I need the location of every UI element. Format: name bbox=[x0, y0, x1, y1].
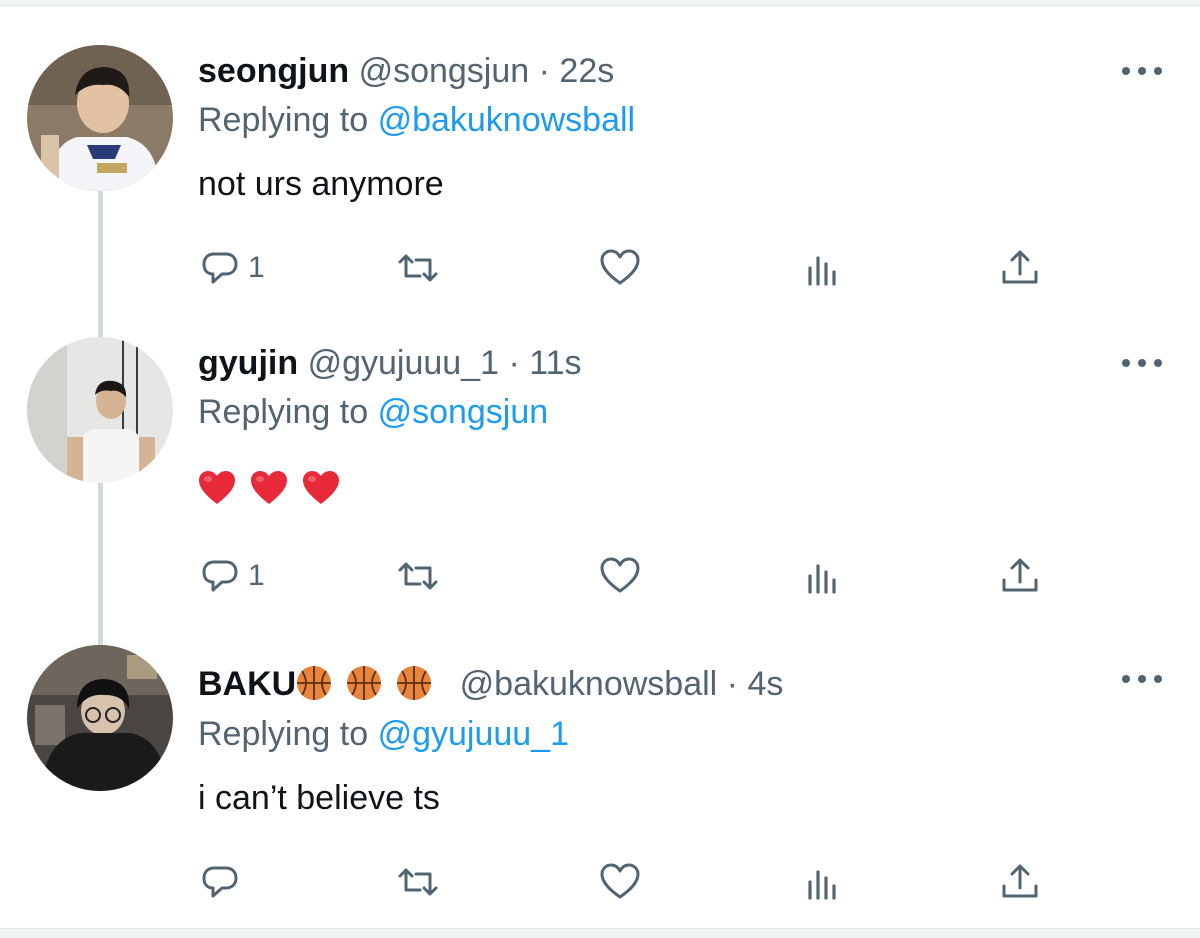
reply-button[interactable] bbox=[198, 858, 242, 906]
more-options-icon[interactable] bbox=[1122, 355, 1162, 371]
name-emoji bbox=[296, 665, 432, 703]
share-button[interactable] bbox=[998, 552, 1042, 600]
display-name[interactable]: seongjun bbox=[198, 52, 349, 90]
red-heart-icon bbox=[303, 471, 339, 504]
tweet-header: seongjun @songsjun · 22s bbox=[198, 49, 614, 93]
analytics-icon bbox=[808, 256, 836, 286]
tweet-header: BAKU @bakuknowsball · 4s bbox=[198, 662, 783, 706]
tweet-actions: 1 bbox=[198, 552, 1058, 600]
basketball-icon bbox=[347, 666, 382, 700]
mention-link[interactable]: @bakuknowsball bbox=[378, 101, 636, 139]
retweet-icon bbox=[398, 868, 438, 896]
retweet-button[interactable] bbox=[396, 858, 440, 906]
like-icon bbox=[600, 557, 640, 593]
mention-link[interactable]: @gyujuuu_1 bbox=[378, 715, 569, 753]
reply-icon bbox=[202, 252, 238, 284]
reply-count: 1 bbox=[248, 559, 265, 592]
tweet-actions bbox=[198, 858, 1058, 906]
replying-prefix: Replying to bbox=[198, 101, 369, 139]
basketball-icon bbox=[397, 666, 432, 700]
analytics-icon bbox=[808, 870, 836, 900]
analytics-icon bbox=[808, 564, 836, 594]
replying-prefix: Replying to bbox=[198, 393, 369, 431]
separator: · bbox=[726, 665, 738, 703]
like-button[interactable] bbox=[598, 244, 642, 292]
separator: · bbox=[508, 344, 520, 382]
retweet-icon bbox=[398, 254, 438, 282]
replying-to: Replying to @bakuknowsball bbox=[198, 98, 635, 142]
share-icon bbox=[1002, 250, 1038, 284]
user-handle[interactable]: @songsjun bbox=[359, 52, 530, 90]
reply-button[interactable]: 1 bbox=[198, 244, 265, 292]
mention-link[interactable]: @songsjun bbox=[378, 393, 549, 431]
tweet-text: not urs anymore bbox=[198, 165, 444, 203]
avatar-seongjun[interactable] bbox=[27, 45, 173, 191]
timestamp[interactable]: 11s bbox=[529, 344, 581, 382]
like-button[interactable] bbox=[598, 552, 642, 600]
share-icon bbox=[1002, 558, 1038, 592]
replying-to: Replying to @songsjun bbox=[198, 390, 548, 434]
like-icon bbox=[600, 863, 640, 899]
red-heart-icon bbox=[199, 471, 235, 504]
reply-icon bbox=[202, 866, 238, 898]
replying-to: Replying to @gyujuuu_1 bbox=[198, 712, 569, 756]
more-options-icon[interactable] bbox=[1122, 63, 1162, 79]
like-button[interactable] bbox=[598, 858, 642, 906]
tweet-header: gyujin @gyujuuu_1 · 11s bbox=[198, 341, 582, 385]
retweet-button[interactable] bbox=[396, 244, 440, 292]
tweet-text bbox=[198, 470, 340, 506]
analytics-button[interactable] bbox=[802, 552, 846, 600]
reply-button[interactable]: 1 bbox=[198, 552, 265, 600]
display-name[interactable]: BAKU bbox=[198, 665, 296, 703]
analytics-button[interactable] bbox=[802, 858, 846, 906]
like-icon bbox=[600, 249, 640, 285]
tweet-actions: 1 bbox=[198, 244, 1058, 292]
user-handle[interactable]: @bakuknowsball bbox=[460, 665, 718, 703]
basketball-icon bbox=[297, 666, 332, 700]
reply-icon bbox=[202, 560, 238, 592]
display-name[interactable]: gyujin bbox=[198, 344, 298, 382]
share-button[interactable] bbox=[998, 244, 1042, 292]
tweet-text: i can’t believe ts bbox=[198, 779, 440, 817]
thread-line bbox=[98, 482, 103, 650]
bottom-border bbox=[0, 928, 1200, 938]
retweet-button[interactable] bbox=[396, 552, 440, 600]
retweet-icon bbox=[398, 562, 438, 590]
avatar-gyujin[interactable] bbox=[27, 337, 173, 483]
avatar-baku[interactable] bbox=[27, 645, 173, 791]
share-button[interactable] bbox=[998, 858, 1042, 906]
more-options-icon[interactable] bbox=[1122, 671, 1162, 687]
timestamp[interactable]: 4s bbox=[747, 665, 783, 703]
user-handle[interactable]: @gyujuuu_1 bbox=[308, 344, 499, 382]
share-icon bbox=[1002, 864, 1038, 898]
analytics-button[interactable] bbox=[802, 244, 846, 292]
thread-line bbox=[98, 190, 103, 340]
top-border bbox=[0, 0, 1200, 6]
red-heart-icon bbox=[251, 471, 287, 504]
reply-count: 1 bbox=[248, 251, 265, 284]
replying-prefix: Replying to bbox=[198, 715, 369, 753]
separator: · bbox=[538, 52, 550, 90]
timestamp[interactable]: 22s bbox=[559, 52, 614, 90]
